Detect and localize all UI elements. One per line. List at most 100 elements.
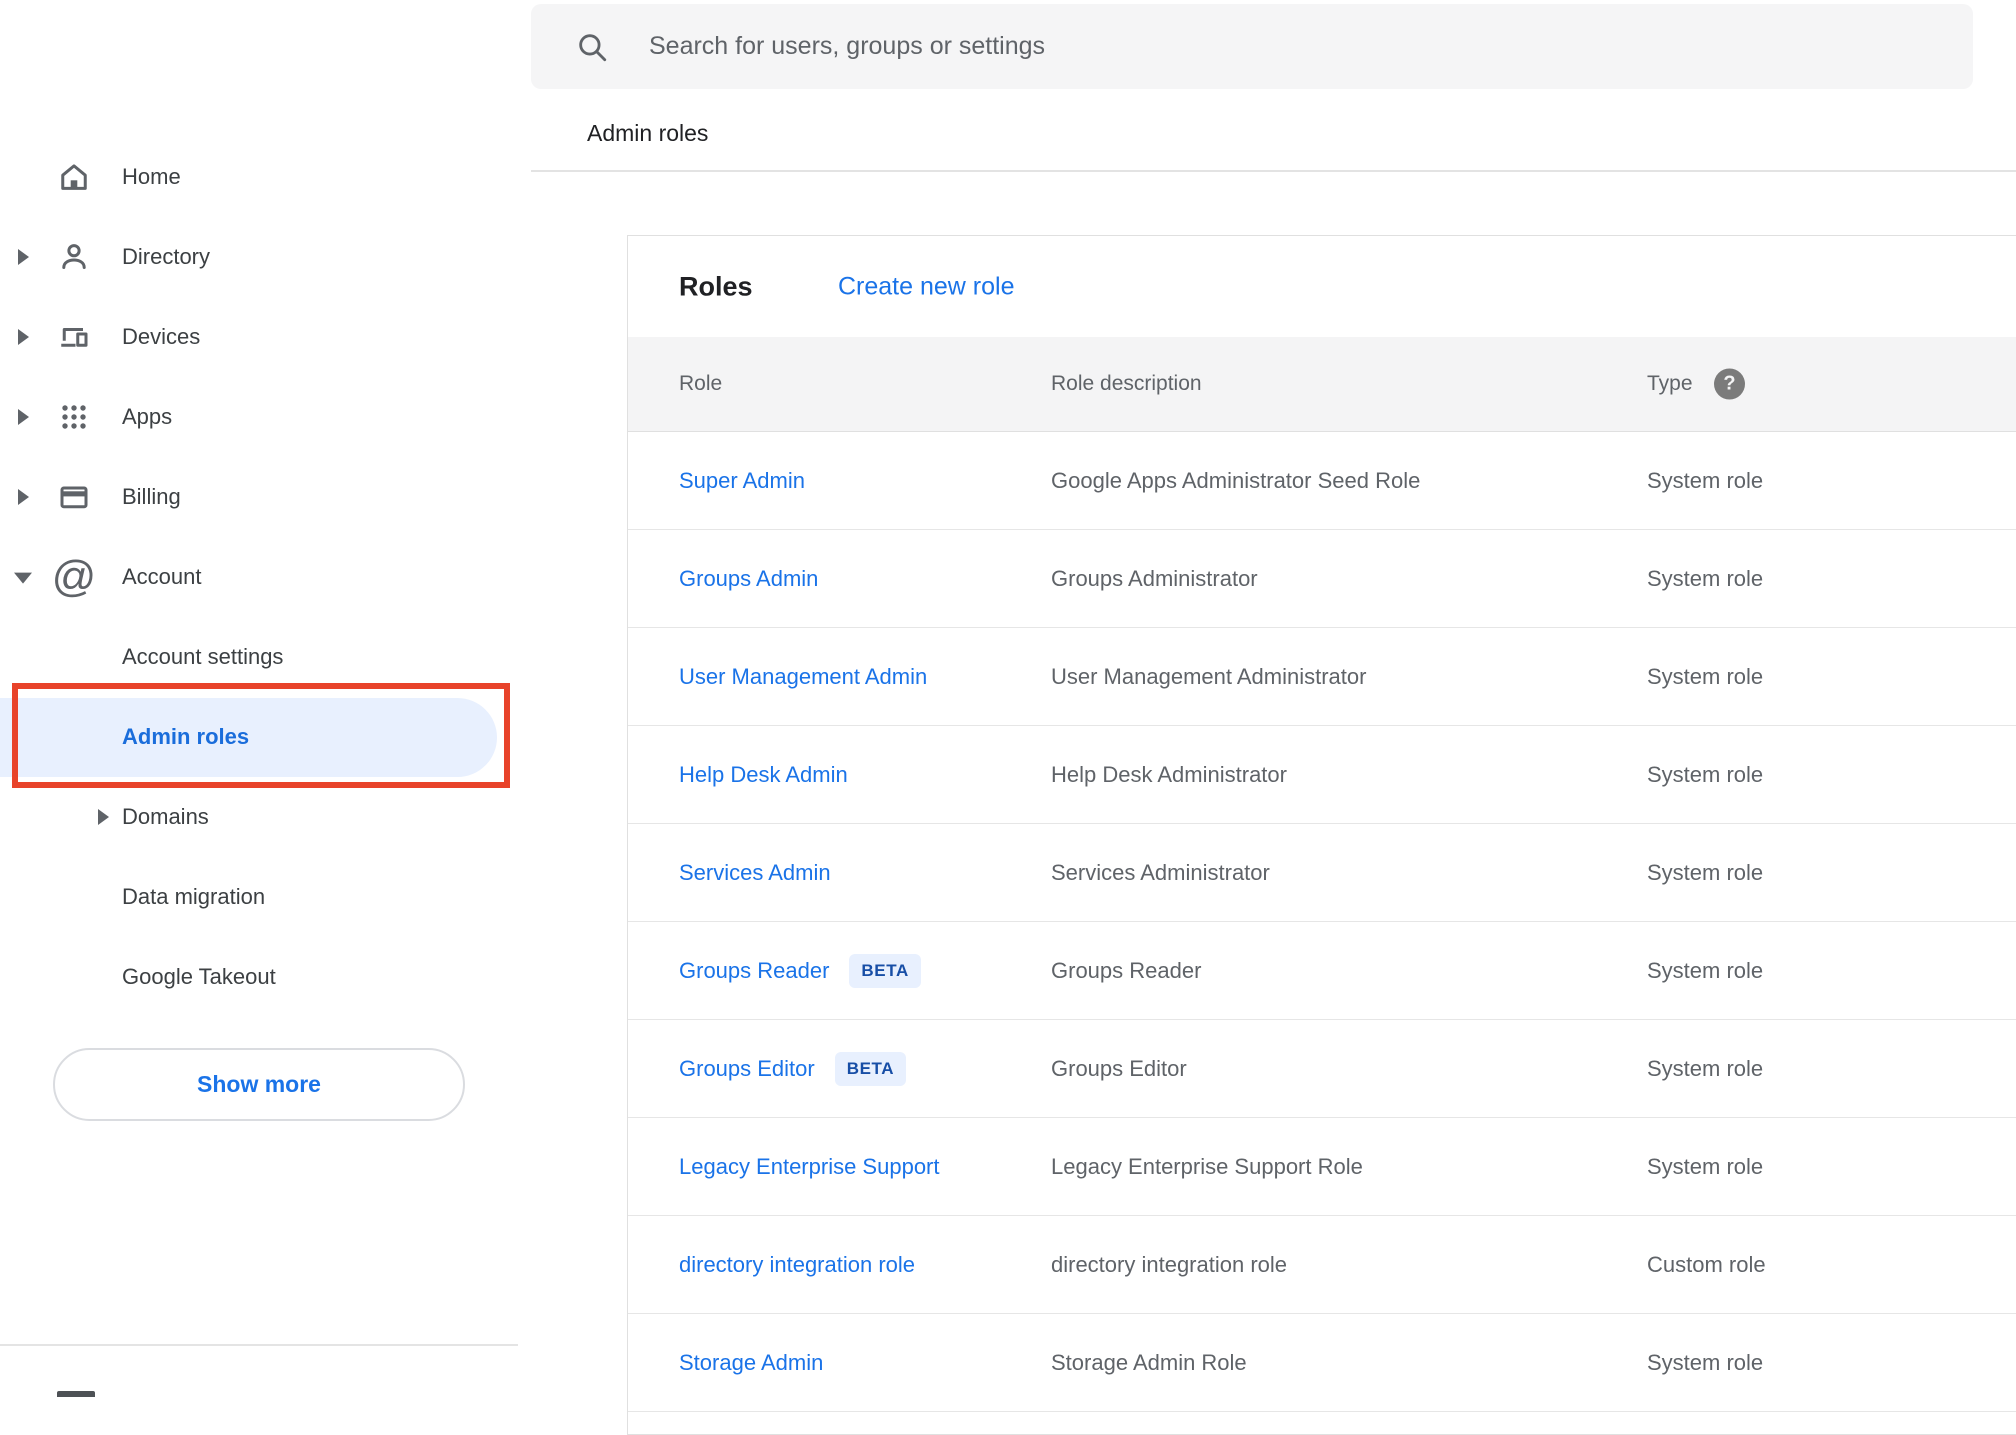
table-row: User Management Admin User Management Adm…	[628, 628, 2016, 726]
roles-table-body: Super Admin Google Apps Administrator See…	[628, 432, 2016, 1412]
table-row: directory integration role directory inte…	[628, 1216, 2016, 1314]
sidebar-item-domains[interactable]: Domains	[0, 777, 520, 857]
role-cell: Super Admin	[679, 468, 805, 494]
sidebar-item-label: Data migration	[122, 884, 266, 909]
sidebar-item-label: Account	[122, 564, 202, 589]
sidebar-item-admin-roles[interactable]: Admin roles	[0, 697, 520, 777]
beta-badge: BETA	[849, 953, 921, 988]
column-header-role: Role	[679, 372, 723, 395]
table-row: Groups Reader BETA Groups Reader System rol…	[628, 922, 2016, 1020]
sidebar-item-directory[interactable]: Directory	[0, 217, 520, 297]
search-icon[interactable]	[575, 30, 609, 64]
role-cell: Groups Admin	[679, 566, 818, 592]
sidebar-item-billing[interactable]: Billing	[0, 457, 520, 537]
cutoff-bottom-icon	[57, 1391, 95, 1397]
role-link[interactable]: Legacy Enterprise Support	[679, 1154, 940, 1180]
table-row: Groups Admin Groups Administrator System r…	[628, 530, 2016, 628]
role-link[interactable]: Groups Reader	[679, 958, 829, 984]
role-type: System role	[1647, 1055, 1764, 1081]
chevron-right-icon[interactable]	[18, 489, 29, 505]
role-link[interactable]: Services Admin	[679, 860, 831, 886]
role-type: System role	[1647, 663, 1764, 689]
sidebar-item-label: Apps	[122, 404, 173, 429]
role-description: Storage Admin Role	[1051, 1349, 1247, 1375]
help-icon[interactable]: ?	[1714, 368, 1745, 400]
role-link[interactable]: Storage Admin	[679, 1350, 823, 1376]
sidebar-item-account-settings[interactable]: Account settings	[0, 617, 520, 697]
sidebar-item-label: Domains	[122, 804, 209, 829]
sidebar-item-google-takeout[interactable]: Google Takeout	[0, 937, 520, 1017]
table-row: Storage Admin Storage Admin Role System ro…	[628, 1314, 2016, 1412]
role-link[interactable]: directory integration role	[679, 1252, 915, 1278]
role-description: Groups Reader	[1051, 957, 1202, 983]
role-link[interactable]: Groups Admin	[679, 566, 818, 592]
role-type: System role	[1647, 761, 1764, 787]
sidebar-item-data-migration[interactable]: Data migration	[0, 857, 520, 937]
role-cell: Services Admin	[679, 860, 831, 886]
sidebar-item-devices[interactable]: Devices	[0, 297, 520, 377]
account-icon: @	[51, 552, 97, 601]
home-icon	[55, 158, 93, 196]
billing-icon	[55, 478, 93, 516]
devices-icon	[55, 318, 93, 356]
roles-card: Roles Create new role Role Role descript…	[627, 235, 2016, 1435]
search-placeholder: Search for users, groups or settings	[649, 32, 1046, 60]
roles-title: Roles	[679, 271, 753, 301]
role-description: Groups Editor	[1051, 1055, 1187, 1081]
chevron-right-icon[interactable]	[18, 249, 29, 265]
chevron-right-icon[interactable]	[18, 329, 29, 345]
table-row: Groups Editor BETA Groups Editor System rol…	[628, 1020, 2016, 1118]
sidebar-divider	[0, 1344, 518, 1346]
column-header-description: Role description	[1051, 372, 1202, 395]
role-type: System role	[1647, 1349, 1764, 1375]
role-description: Services Administrator	[1051, 859, 1270, 885]
sidebar-item-account[interactable]: @ Account	[0, 537, 520, 617]
table-row: Super Admin Google Apps Administrator See…	[628, 432, 2016, 530]
sidebar-item-label: Home	[122, 164, 181, 189]
sidebar-item-label: Google Takeout	[122, 964, 276, 989]
show-more-button[interactable]: Show more	[53, 1048, 465, 1121]
sidebar-item-label: Billing	[122, 484, 181, 509]
roles-card-header: Roles Create new role	[628, 236, 2016, 337]
role-cell: Groups Editor BETA	[679, 1051, 907, 1086]
sidebar-item-label: Directory	[122, 244, 211, 269]
role-type: Custom role	[1647, 1251, 1766, 1277]
sidebar-item-apps[interactable]: Apps	[0, 377, 520, 457]
directory-icon	[55, 238, 93, 276]
table-header-row: Role Role description Type ?	[628, 337, 2016, 432]
role-cell: Storage Admin	[679, 1350, 823, 1376]
sidebar-item-label: Admin roles	[122, 724, 250, 749]
role-cell: Groups Reader BETA	[679, 953, 921, 988]
role-link[interactable]: Help Desk Admin	[679, 762, 848, 788]
breadcrumb: Admin roles	[587, 120, 709, 146]
column-header-type: Type	[1647, 372, 1693, 395]
role-type: System role	[1647, 957, 1764, 983]
sidebar-item-label: Account settings	[122, 644, 284, 669]
chevron-down-icon[interactable]	[14, 572, 32, 584]
chevron-right-icon[interactable]	[98, 809, 109, 825]
create-new-role-link[interactable]: Create new role	[838, 272, 1014, 301]
sidebar-item-home[interactable]: Home	[0, 137, 520, 217]
role-description: Groups Administrator	[1051, 565, 1258, 591]
chevron-right-icon[interactable]	[18, 409, 29, 425]
role-description: Google Apps Administrator Seed Role	[1051, 467, 1421, 493]
table-row: Services Admin Services Administrator Syst…	[628, 824, 2016, 922]
role-description: Help Desk Administrator	[1051, 761, 1287, 787]
apps-icon	[55, 398, 93, 436]
sidebar-item-label: Devices	[122, 324, 201, 349]
role-description: directory integration role	[1051, 1251, 1288, 1277]
role-link[interactable]: Super Admin	[679, 468, 805, 494]
role-link[interactable]: Groups Editor	[679, 1056, 815, 1082]
role-description: User Management Administrator	[1051, 663, 1367, 689]
role-cell: directory integration role	[679, 1252, 915, 1278]
role-description: Legacy Enterprise Support Role	[1051, 1153, 1363, 1179]
role-cell: Legacy Enterprise Support	[679, 1154, 940, 1180]
table-row: Help Desk Admin Help Desk Administrator Sy…	[628, 726, 2016, 824]
search-input[interactable]: Search for users, groups or settings	[531, 4, 1973, 89]
breadcrumb-divider	[531, 170, 2016, 172]
admin-console-page: { "topbar": { "product_name": "Admin", "…	[0, 0, 2016, 1435]
role-type: System role	[1647, 1153, 1764, 1179]
role-link[interactable]: User Management Admin	[679, 664, 927, 690]
role-type: System role	[1647, 565, 1764, 591]
role-cell: Help Desk Admin	[679, 762, 848, 788]
